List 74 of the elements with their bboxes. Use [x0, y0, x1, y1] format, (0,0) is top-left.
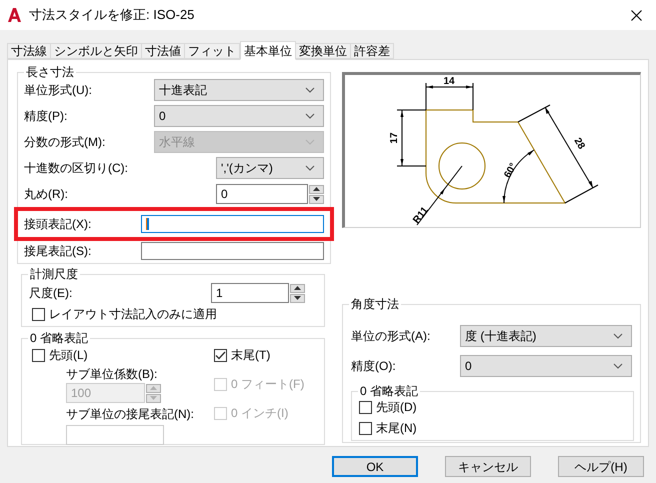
- tab[interactable]: 寸法値: [141, 43, 185, 59]
- dropdown[interactable]: ','(カンマ): [216, 157, 324, 179]
- group-title: 長さ寸法: [24, 64, 76, 80]
- close-icon: [630, 10, 642, 20]
- window-title: 寸法スタイルを修正: ISO-25: [29, 6, 194, 24]
- tab[interactable]: フィット: [184, 43, 240, 59]
- checkbox[interactable]: [32, 308, 45, 320]
- down-triangle-icon: [150, 396, 157, 400]
- field-label: 分数の形式(M):: [24, 134, 106, 151]
- tab[interactable]: 寸法線: [7, 43, 51, 59]
- dimension-label: 28: [572, 136, 587, 152]
- field-label: 精度(P):: [24, 108, 68, 125]
- tab[interactable]: 基本単位: [240, 41, 296, 60]
- number-field[interactable]: 0: [216, 184, 308, 204]
- field-label: サブ単位係数(B):: [66, 366, 158, 383]
- checkbox[interactable]: [214, 348, 227, 362]
- up-triangle-icon: [313, 187, 320, 191]
- text-field[interactable]: [141, 215, 324, 233]
- checkbox-label: レイアウト寸法記入のみに適用: [49, 306, 217, 323]
- dialog-button[interactable]: OK: [332, 456, 418, 477]
- dimension-label: R11: [411, 205, 431, 226]
- chevron-icon: [305, 113, 315, 119]
- number-field[interactable]: 1: [211, 283, 289, 303]
- field-label: 接尾表記(S):: [24, 243, 92, 260]
- group-title: 角度寸法: [349, 296, 401, 312]
- field-label: 精度(O):: [351, 358, 396, 375]
- field-label: 丸め(R):: [24, 186, 68, 203]
- field-label: 尺度(E):: [29, 285, 72, 302]
- chevron-icon: [305, 165, 315, 171]
- checkbox-label: 0 フィート(F): [231, 376, 304, 393]
- text-field[interactable]: [141, 242, 324, 260]
- group-title: 計測尺度: [28, 266, 80, 282]
- checkbox-label: 先頭(D): [376, 399, 417, 416]
- dialog-button[interactable]: ヘルプ(H): [558, 456, 644, 477]
- tab[interactable]: シンボルと矢印: [50, 43, 142, 59]
- angle-dimension-arc: [502, 150, 534, 204]
- field-label: 単位形式(U):: [24, 82, 92, 99]
- dropdown[interactable]: 十進表記: [154, 79, 324, 101]
- tab[interactable]: 変換単位: [295, 43, 351, 59]
- chevron-icon: [613, 333, 623, 339]
- spin-up-button[interactable]: [309, 184, 324, 194]
- field-label: 接頭表記(X):: [24, 216, 92, 233]
- checkbox[interactable]: [359, 400, 372, 414]
- up-triangle-icon: [294, 286, 301, 290]
- checkbox-label: 先頭(L): [49, 347, 88, 364]
- chevron-icon: [613, 363, 623, 369]
- dialog-button[interactable]: キャンセル: [445, 456, 531, 477]
- group-title: 0 省略表記: [28, 330, 90, 346]
- field-label: サブ単位の接尾表記(N):: [66, 406, 195, 423]
- field-label: 単位の形式(A):: [351, 328, 430, 345]
- tab[interactable]: 許容差: [350, 43, 394, 59]
- down-triangle-icon: [294, 296, 301, 300]
- text-field[interactable]: [66, 425, 164, 445]
- checkbox-label: 末尾(N): [376, 420, 417, 437]
- text-cursor: [146, 218, 149, 230]
- field-label: 十進数の区切り(C):: [24, 160, 128, 177]
- spin-up-button[interactable]: [290, 284, 305, 292]
- dimension-label: 17: [389, 132, 400, 144]
- checkbox[interactable]: [359, 422, 372, 434]
- dropdown[interactable]: 0: [154, 105, 324, 127]
- chevron-icon: [305, 139, 315, 145]
- app-logo-icon: [8, 8, 21, 22]
- dropdown[interactable]: 0: [460, 355, 632, 377]
- group-title: 0 省略表記: [358, 383, 420, 399]
- spin-down-button[interactable]: [309, 194, 324, 204]
- spin-down-button[interactable]: [290, 294, 305, 302]
- checkbox-label: 0 インチ(I): [231, 405, 288, 422]
- down-triangle-icon: [313, 197, 320, 201]
- checkbox-label: 末尾(T): [231, 347, 270, 364]
- checkbox[interactable]: [32, 348, 45, 362]
- dimension-label: 14: [443, 76, 455, 87]
- chevron-icon: [305, 87, 315, 93]
- dropdown[interactable]: 度 (十進表記): [460, 325, 632, 347]
- up-triangle-icon: [150, 386, 157, 390]
